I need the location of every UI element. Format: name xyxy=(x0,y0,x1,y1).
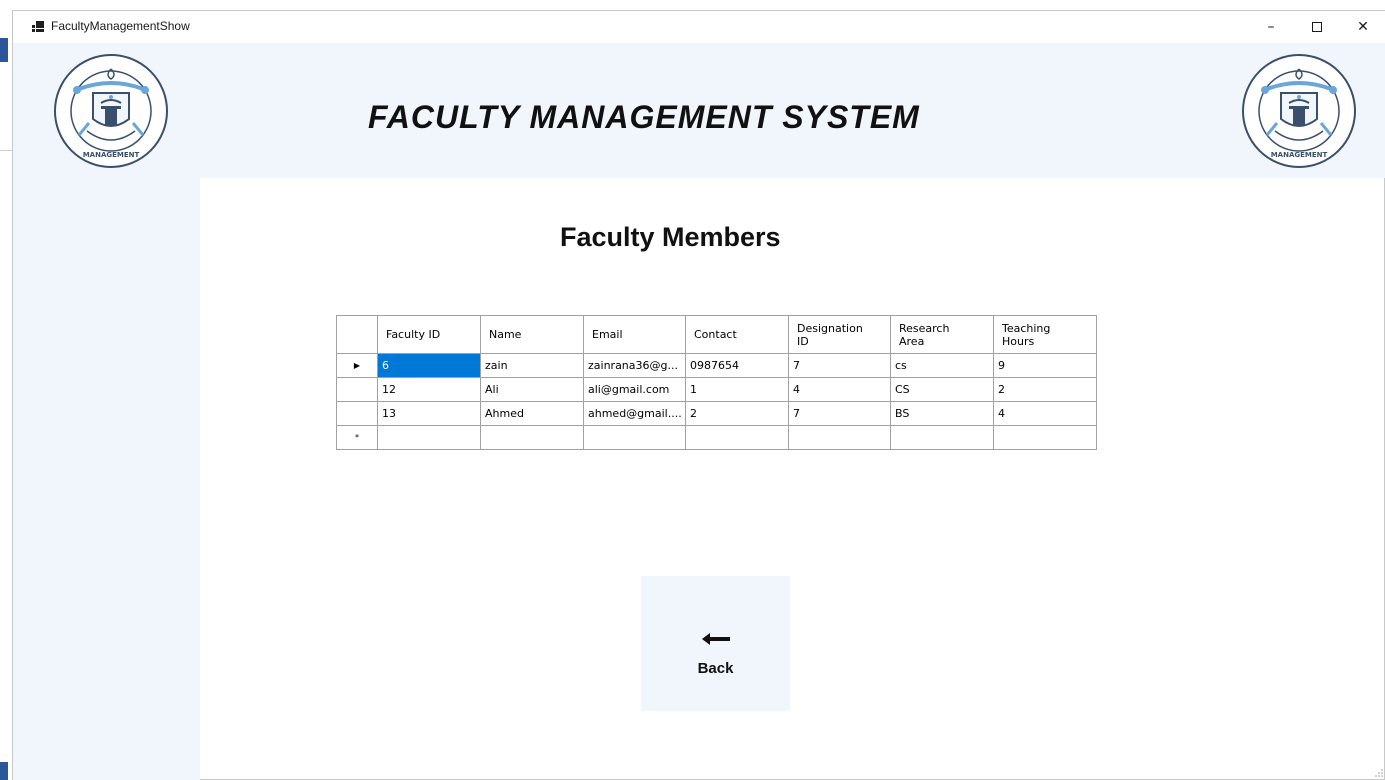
table-cell-faculty-id[interactable]: 6 xyxy=(377,353,481,378)
window-title: FacultyManagementShow xyxy=(51,19,190,33)
column-header-name[interactable]: Name xyxy=(480,315,584,354)
table-header-row: Faculty ID Name Email Contact Designatio… xyxy=(336,315,1097,354)
table-cell-email[interactable]: zainrana36@g... xyxy=(583,353,686,378)
column-header-faculty-id[interactable]: Faculty ID xyxy=(377,315,481,354)
table-cell-designation-id[interactable]: 7 xyxy=(788,353,891,378)
table-cell-name[interactable]: Ahmed xyxy=(480,401,584,426)
table-cell-designation-id[interactable] xyxy=(788,425,891,450)
current-row-indicator-icon[interactable]: ▶ xyxy=(336,353,378,378)
column-header-contact[interactable]: Contact xyxy=(685,315,789,354)
table-cell-faculty-id[interactable] xyxy=(377,425,481,450)
table-cell-contact[interactable]: 0987654 xyxy=(685,353,789,378)
table-cell-name[interactable] xyxy=(480,425,584,450)
faculty-data-grid[interactable]: Faculty ID Name Email Contact Designatio… xyxy=(336,315,1097,450)
table-cell-teaching-hours[interactable]: 9 xyxy=(993,353,1097,378)
svg-text:MANAGEMENT: MANAGEMENT xyxy=(1271,151,1328,159)
table-cell-email[interactable] xyxy=(583,425,686,450)
table-row[interactable]: ▶ 6 zain zainrana36@g... 0987654 7 cs 9 xyxy=(336,353,1097,378)
row-header[interactable] xyxy=(336,377,378,402)
table-row[interactable]: 12 Ali ali@gmail.com 1 4 CS 2 xyxy=(336,377,1097,402)
close-button[interactable]: ✕ xyxy=(1340,11,1385,43)
table-cell-faculty-id[interactable]: 13 xyxy=(377,401,481,426)
table-cell-designation-id[interactable]: 7 xyxy=(788,401,891,426)
faculty-management-system-seal-icon: MANAGEMENT xyxy=(54,54,168,168)
maximize-button[interactable] xyxy=(1294,11,1340,43)
table-cell-contact[interactable] xyxy=(685,425,789,450)
table-cell-teaching-hours[interactable] xyxy=(993,425,1097,450)
table-cell-research-area[interactable] xyxy=(890,425,994,450)
close-icon: ✕ xyxy=(1357,19,1369,35)
maximize-icon xyxy=(1312,22,1322,32)
table-cell-contact[interactable]: 1 xyxy=(685,377,789,402)
left-arrow-icon xyxy=(701,633,730,645)
table-cell-faculty-id[interactable]: 12 xyxy=(377,377,481,402)
column-header-email[interactable]: Email xyxy=(583,315,686,354)
page-title: Faculty Members xyxy=(560,222,781,252)
column-header-designation-id[interactable]: Designation ID xyxy=(788,315,891,354)
new-row[interactable]: * xyxy=(336,425,1097,450)
app-window-icon xyxy=(32,21,44,32)
app-title: FACULTY MANAGEMENT SYSTEM xyxy=(368,99,920,135)
app-window: FacultyManagementShow – ✕ MANAGEMENT MAN… xyxy=(12,10,1385,780)
table-cell-research-area[interactable]: cs xyxy=(890,353,994,378)
table-cell-research-area[interactable]: CS xyxy=(890,377,994,402)
table-cell-name[interactable]: Ali xyxy=(480,377,584,402)
row-header[interactable] xyxy=(336,401,378,426)
table-cell-teaching-hours[interactable]: 2 xyxy=(993,377,1097,402)
table-row[interactable]: 13 Ahmed ahmed@gmail.... 2 7 BS 4 xyxy=(336,401,1097,426)
back-button-label: Back xyxy=(697,660,734,677)
minimize-button[interactable]: – xyxy=(1248,11,1294,43)
table-cell-teaching-hours[interactable]: 4 xyxy=(993,401,1097,426)
resize-grip-icon[interactable] xyxy=(1375,769,1383,777)
table-cell-designation-id[interactable]: 4 xyxy=(788,377,891,402)
back-button[interactable]: Back xyxy=(641,576,790,711)
table-cell-name[interactable]: zain xyxy=(480,353,584,378)
column-header-research-area[interactable]: Research Area xyxy=(890,315,994,354)
row-header-corner[interactable] xyxy=(336,315,378,354)
table-cell-email[interactable]: ali@gmail.com xyxy=(583,377,686,402)
column-header-teaching-hours[interactable]: Teaching Hours xyxy=(993,315,1097,354)
title-bar[interactable]: FacultyManagementShow – ✕ xyxy=(13,11,1385,43)
table-cell-email[interactable]: ahmed@gmail.... xyxy=(583,401,686,426)
faculty-management-system-seal-icon: MANAGEMENT xyxy=(1242,54,1356,168)
minimize-icon: – xyxy=(1267,19,1275,35)
table-cell-contact[interactable]: 2 xyxy=(685,401,789,426)
svg-text:MANAGEMENT: MANAGEMENT xyxy=(83,151,140,159)
table-cell-research-area[interactable]: BS xyxy=(890,401,994,426)
desktop-edge xyxy=(0,0,12,780)
new-row-indicator-icon[interactable]: * xyxy=(336,425,378,450)
